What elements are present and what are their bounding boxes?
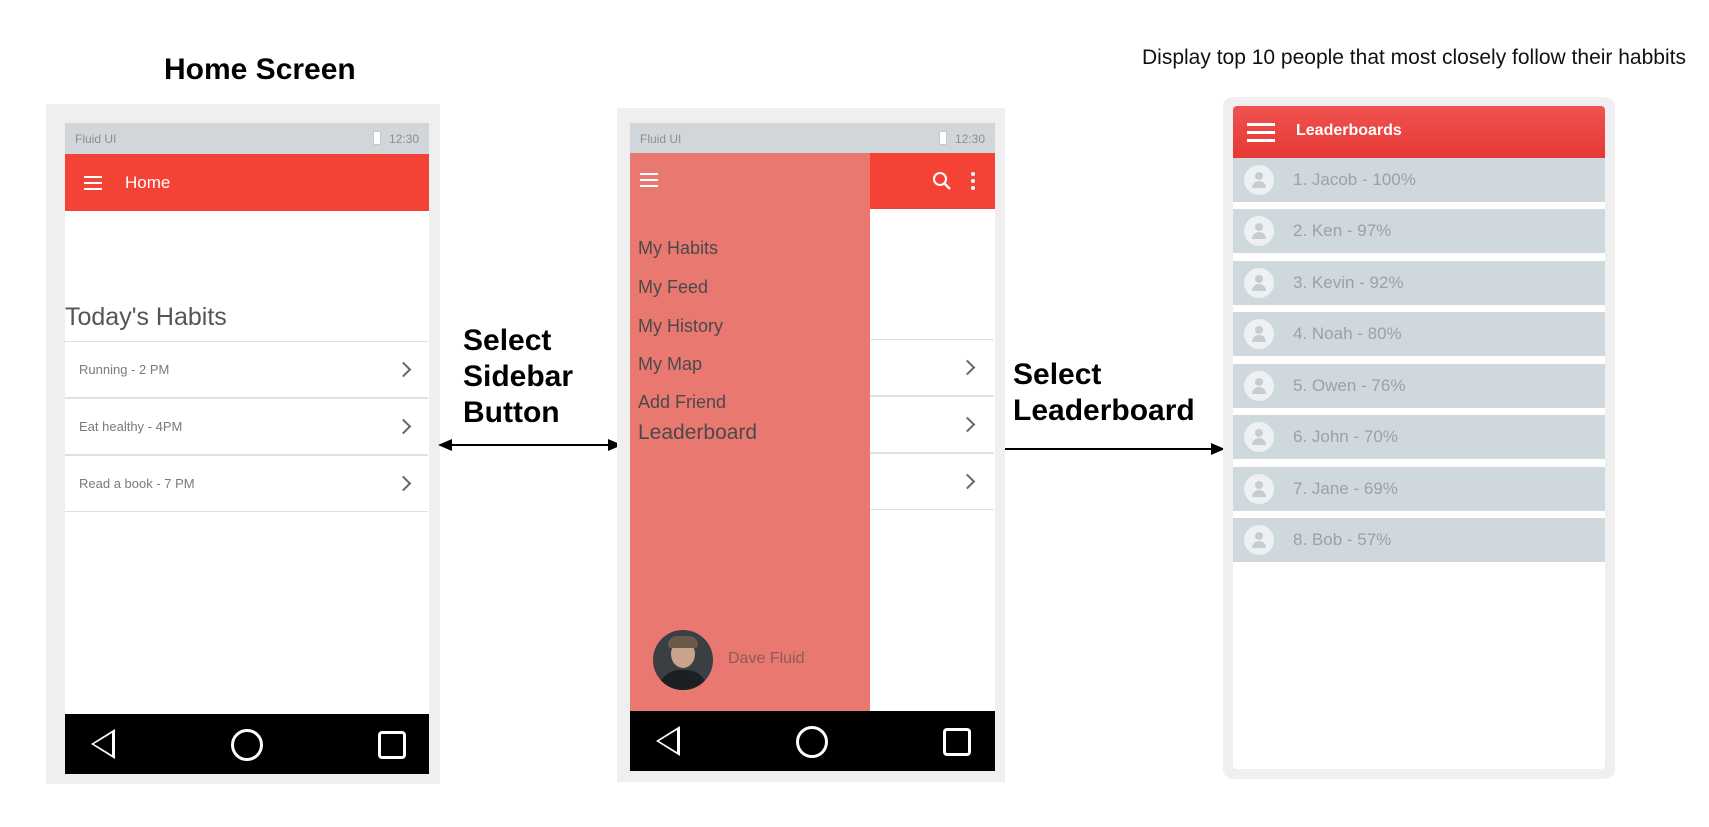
menu-icon[interactable] [640, 173, 658, 191]
system-nav-bar [65, 714, 429, 774]
status-time: 12:30 [388, 132, 419, 146]
drawer-item-my-feed[interactable]: My Feed [638, 277, 708, 298]
list-item[interactable]: 2. Ken - 97% [1233, 209, 1605, 256]
habit-row[interactable]: Eat healthy - 4PM [65, 398, 428, 455]
habit-row[interactable]: Read a book - 7 PM [65, 455, 428, 512]
leaderboard-entry: 3. Kevin - 92% [1293, 273, 1404, 292]
home-screen: Fluid UI 12:30 Home Today's Habits Runni… [65, 123, 429, 774]
person-icon [1244, 165, 1274, 195]
avatar[interactable] [653, 630, 713, 690]
label-line: Select [1013, 358, 1102, 391]
person-icon [1244, 216, 1274, 246]
select-leaderboard-label: Select Leaderboard [1013, 357, 1195, 429]
habit-label: Running - 2 PM [79, 362, 170, 377]
drawer-item-add-friend[interactable]: Add Friend [638, 392, 726, 413]
status-bar: Fluid UI 12:30 [630, 123, 995, 153]
search-icon[interactable] [932, 171, 952, 191]
home-icon[interactable] [796, 726, 828, 758]
recents-icon[interactable] [378, 731, 406, 759]
recents-icon[interactable] [943, 728, 971, 756]
sidebar-phone-frame: Fluid UI 12:30 My Habits My Feed My Hist… [617, 108, 1005, 782]
habit-row[interactable] [870, 396, 994, 453]
status-app-name: Fluid UI [75, 132, 117, 146]
app-bar [870, 153, 995, 209]
list-item[interactable]: 4. Noah - 80% [1233, 312, 1605, 359]
list-item[interactable]: 6. John - 70% [1233, 415, 1605, 462]
drawer-item-my-habits[interactable]: My Habits [638, 238, 718, 259]
label-line: Leaderboard [1013, 394, 1195, 427]
battery-icon [939, 131, 947, 145]
back-icon[interactable] [91, 729, 115, 759]
sidebar-screen: Fluid UI 12:30 My Habits My Feed My Hist… [630, 123, 995, 771]
home-screen-caption: Home Screen [164, 53, 356, 86]
status-app-name: Fluid UI [640, 132, 682, 146]
person-icon [1244, 474, 1274, 504]
list-item[interactable]: 5. Owen - 76% [1233, 364, 1605, 411]
chevron-right-icon [395, 475, 412, 492]
habit-label: Eat healthy - 4PM [79, 419, 183, 434]
user-name: Dave Fluid [728, 650, 805, 667]
person-icon [1244, 525, 1274, 555]
status-time: 12:30 [954, 132, 985, 146]
habit-row[interactable]: Running - 2 PM [65, 341, 428, 398]
app-bar: Leaderboards [1233, 106, 1605, 158]
person-icon [1244, 268, 1274, 298]
forward-arrow [1005, 443, 1225, 455]
list-item[interactable]: 3. Kevin - 92% [1233, 261, 1605, 308]
status-bar: Fluid UI 12:30 [65, 123, 429, 154]
chevron-right-icon [395, 361, 412, 378]
list-item[interactable]: 7. Jane - 69% [1233, 467, 1605, 514]
app-bar: Home [65, 154, 429, 211]
label-line: Sidebar [463, 360, 574, 393]
chevron-right-icon [959, 473, 976, 490]
appbar-title: Leaderboards [1296, 122, 1402, 139]
home-phone-frame: Fluid UI 12:30 Home Today's Habits Runni… [46, 104, 440, 784]
bidirectional-arrow [438, 439, 622, 451]
appbar-title: Home [125, 173, 171, 192]
list-item[interactable]: 8. Bob - 57% [1233, 518, 1605, 565]
chevron-right-icon [959, 359, 976, 376]
chevron-right-icon [395, 418, 412, 435]
navigation-drawer: My Habits My Feed My History My Map Add … [630, 153, 870, 711]
battery-icon [373, 131, 381, 145]
system-nav-bar [630, 711, 995, 771]
back-icon[interactable] [656, 726, 680, 756]
leaderboard-entry: 7. Jane - 69% [1293, 479, 1398, 498]
menu-icon[interactable] [84, 176, 102, 194]
leaderboard-note: Display top 10 people that most closely … [1142, 46, 1686, 69]
habit-row[interactable] [870, 453, 994, 510]
person-icon [1244, 422, 1274, 452]
leaderboard-entry: 5. Owen - 76% [1293, 376, 1406, 395]
leaderboard-entry: 4. Noah - 80% [1293, 324, 1402, 343]
menu-icon[interactable] [1247, 123, 1275, 146]
person-icon [1244, 371, 1274, 401]
leaderboard-entry: 6. John - 70% [1293, 427, 1398, 446]
leaderboard-screen: Leaderboards 1. Jacob - 100% 2. Ken - 97… [1233, 106, 1605, 769]
habit-label: Read a book - 7 PM [79, 476, 195, 491]
home-icon[interactable] [231, 729, 263, 761]
leaderboard-phone-frame: Leaderboards 1. Jacob - 100% 2. Ken - 97… [1223, 97, 1615, 779]
leaderboard-entry: 1. Jacob - 100% [1293, 170, 1416, 189]
habit-row[interactable] [870, 339, 994, 396]
person-icon [1244, 319, 1274, 349]
leaderboard-entry: 2. Ken - 97% [1293, 221, 1392, 240]
leaderboard-entry: 8. Bob - 57% [1293, 530, 1392, 549]
label-line: Select [463, 324, 552, 357]
more-vert-icon[interactable] [971, 172, 975, 190]
drawer-item-leaderboard[interactable]: Leaderboard [638, 421, 757, 445]
drawer-item-my-history[interactable]: My History [638, 316, 723, 337]
list-item[interactable]: 1. Jacob - 100% [1233, 158, 1605, 205]
label-line: Button [463, 396, 560, 429]
leaderboard-list: 1. Jacob - 100% 2. Ken - 97% 3. Kevin - … [1233, 158, 1605, 578]
drawer-item-my-map[interactable]: My Map [638, 354, 702, 375]
chevron-right-icon [959, 416, 976, 433]
select-sidebar-label: Select Sidebar Button [463, 323, 573, 431]
section-title: Today's Habits [65, 303, 227, 331]
